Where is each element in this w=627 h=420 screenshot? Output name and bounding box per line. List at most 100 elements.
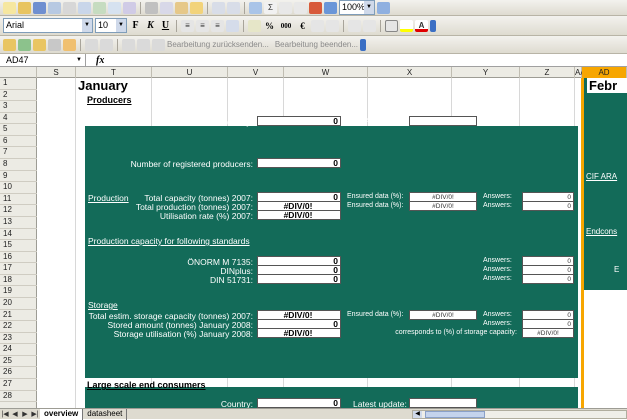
din-value[interactable]: 0 [257,274,341,284]
folder-icon[interactable] [33,38,46,51]
review-reply-button[interactable]: Bearbeitung zurücksenden... [167,40,269,49]
increase-decimal-icon[interactable] [311,19,324,32]
row-header[interactable]: 7 [0,147,37,160]
print-preview-icon[interactable] [93,1,106,14]
first-sheet-icon[interactable]: |◀ [0,410,10,418]
copy-icon[interactable] [160,1,173,14]
select-all-corner[interactable] [0,67,37,78]
row-header[interactable]: 12 [0,205,37,217]
endconsumers-link[interactable]: Endcons [586,227,617,236]
row-header[interactable]: 3 [0,101,37,113]
horizontal-scrollbar[interactable]: ◀ [412,410,627,419]
column-header[interactable]: Z [520,67,575,78]
bold-button[interactable]: F [129,20,142,31]
toolbar-options-icon[interactable] [360,38,367,51]
function-icon[interactable]: fx [96,55,104,66]
paste-icon[interactable] [175,1,188,14]
email-icon[interactable] [63,1,76,14]
column-header[interactable]: V [228,67,284,78]
comment-icon[interactable] [85,38,98,51]
production-link[interactable]: Production [88,193,129,203]
row-header[interactable]: 24 [0,344,37,356]
ensured-data-value[interactable]: #DIV/0! [409,310,477,320]
answers-value[interactable]: 0 [522,274,574,284]
scroll-thumb[interactable] [425,411,485,418]
scroll-left-icon[interactable]: ◀ [413,411,422,418]
decrease-indent-icon[interactable] [348,19,361,32]
row-header[interactable]: 20 [0,298,37,310]
column-header[interactable]: U [152,67,228,78]
track-changes-icon[interactable] [152,38,165,51]
utilisation-value[interactable]: #DIV/0! [257,210,341,220]
merge-center-icon[interactable] [226,19,239,32]
delete-comment-icon[interactable] [100,38,113,51]
open-folder-icon[interactable] [18,1,31,14]
show-comments-icon[interactable] [122,38,135,51]
folder-icon[interactable] [3,38,16,51]
currency-icon[interactable] [248,19,261,32]
align-right-icon[interactable]: ≡ [211,19,224,32]
row-header[interactable]: 1 [0,78,37,90]
row-header[interactable]: 10 [0,182,37,194]
standards-link[interactable]: Production capacity for following standa… [88,236,250,246]
font-size-select[interactable]: 10 ▼ [95,18,127,33]
print-icon[interactable] [78,1,91,14]
row-header[interactable]: 26 [0,367,37,380]
sort-ascending-icon[interactable] [279,1,292,14]
align-left-icon[interactable]: ≡ [181,19,194,32]
new-file-icon[interactable] [3,1,16,14]
row-header[interactable]: 17 [0,263,37,275]
row-header[interactable]: 11 [0,194,37,206]
research-icon[interactable] [123,1,136,14]
column-header[interactable]: W [284,67,368,78]
prev-sheet-icon[interactable]: ◀ [10,410,20,418]
help-icon[interactable] [377,1,390,14]
latest-update-value[interactable] [409,116,477,126]
ensured-data-value[interactable]: #DIV/0! [409,201,477,211]
column-header[interactable]: T [76,67,152,78]
storage-utilisation-value[interactable]: #DIV/0! [257,328,341,338]
column-header[interactable]: AA [575,67,586,78]
borders-icon[interactable] [385,19,398,32]
row-header[interactable]: 21 [0,310,37,322]
registered-producers-value[interactable]: 0 [257,158,341,168]
answers-value[interactable]: 0 [522,201,574,211]
undo-icon[interactable] [212,1,225,14]
spelling-icon[interactable] [108,1,121,14]
row-header[interactable]: 28 [0,391,37,403]
row-header[interactable]: 2 [0,90,37,102]
row-header[interactable]: 25 [0,356,37,368]
save-icon[interactable] [33,1,46,14]
autosum-icon[interactable]: Σ [264,1,277,14]
row-header[interactable]: 16 [0,252,37,264]
row-header[interactable]: 13 [0,217,37,229]
mail-icon[interactable] [48,38,61,51]
tab-overview[interactable]: overview [40,408,84,420]
row-header[interactable]: 4 [0,113,37,125]
euro-button[interactable]: € [296,21,309,31]
pen-icon[interactable] [63,38,76,51]
cut-icon[interactable] [145,1,158,14]
country-value[interactable]: 0 [257,116,341,126]
sort-descending-icon[interactable] [294,1,307,14]
row-header[interactable]: 19 [0,286,37,298]
ink-icon[interactable] [137,38,150,51]
row-header[interactable]: 27 [0,379,37,391]
storage-link[interactable]: Storage [88,300,118,310]
zoom-select[interactable]: 100% ▼ [339,0,375,15]
name-box[interactable]: AD47 ▼ [0,54,86,66]
row-header[interactable]: 5 [0,124,37,136]
tab-datasheet[interactable]: datasheet [83,408,128,420]
last-sheet-icon[interactable]: ▶| [30,410,40,418]
worksheet-grid[interactable]: January Febr Producers Country: 0 Latest… [37,78,627,408]
review-end-button[interactable]: Bearbeitung beenden... [275,40,358,49]
row-header[interactable]: 6 [0,136,37,148]
decrease-decimal-icon[interactable] [326,19,339,32]
align-center-icon[interactable]: ≡ [196,19,209,32]
increase-indent-icon[interactable] [363,19,376,32]
permission-icon[interactable] [48,1,61,14]
drawing-icon[interactable] [324,1,337,14]
web-icon[interactable] [18,38,31,51]
redo-icon[interactable] [227,1,240,14]
column-header[interactable]: S [37,67,76,78]
